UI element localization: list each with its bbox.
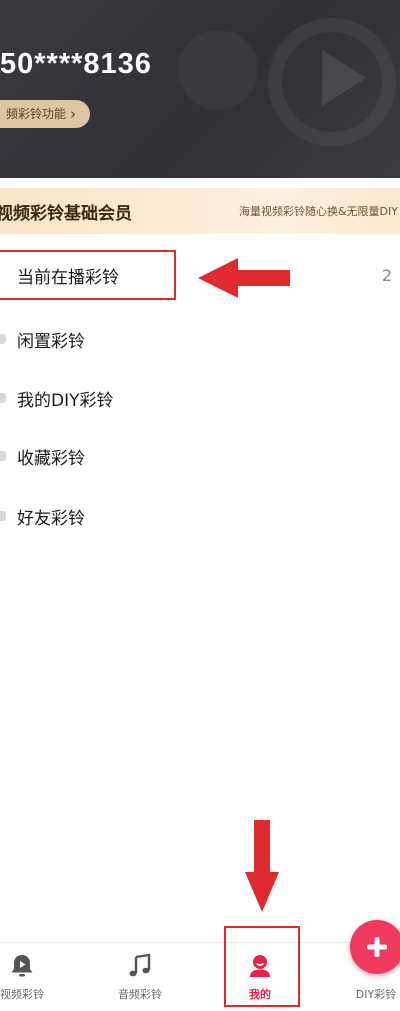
list-marker-icon [0,511,6,521]
tab-label: 视频彩铃 [0,988,44,1001]
user-phone-number: 50****8136 [0,48,152,80]
tab-audio-ringtone[interactable]: 音频彩铃 [90,943,190,1011]
menu-item-friend-ringtone[interactable]: 好友彩铃 [0,491,400,541]
menu-item-label: 闲置彩铃 [17,331,85,352]
tab-video-ringtone[interactable]: 视频彩铃 [0,943,72,1011]
annotation-arrow-down-icon [245,820,279,912]
tab-label: 音频彩铃 [118,988,162,1001]
member-title: 视频彩铃基础会员 [0,203,132,224]
list-marker-icon [0,334,6,344]
chevron-right-icon: › [70,104,77,123]
member-subtitle: 海量视频彩铃随心换&无限量DIY [238,205,398,218]
plus-icon [367,937,387,957]
bell-play-icon [9,951,35,981]
tab-label: DIY彩铃 [355,988,397,1001]
menu-item-label: 我的DIY彩铃 [17,390,114,411]
annotation-highlight-box [0,250,176,300]
list-marker-icon [0,393,6,403]
profile-header: 50****8136 频彩铃功能 › [0,0,400,178]
menu-item-label: 收藏彩铃 [17,448,85,469]
music-note-icon [127,951,153,981]
diy-create-button[interactable] [350,920,400,974]
annotation-tab-highlight-box [224,926,300,1007]
menu-item-my-diy-ringtone[interactable]: 我的DIY彩铃 [0,373,400,423]
decorative-circle [178,30,258,110]
ringtone-count: 2 [381,265,392,285]
video-ringtone-feature-link[interactable]: 频彩铃功能 › [0,100,91,128]
annotation-arrow-left-icon [198,258,290,298]
play-watermark-icon [322,50,366,106]
menu-item-label: 好友彩铃 [17,508,85,529]
feature-link-label: 频彩铃功能 [6,107,67,121]
menu-item-favorite-ringtone[interactable]: 收藏彩铃 [0,431,400,481]
menu-item-idle-ringtone[interactable]: 闲置彩铃 [0,314,400,364]
list-marker-icon [0,451,6,461]
bottom-nav: 视频彩铃 音频彩铃 我的 DIY彩铃 [0,942,400,1011]
member-banner[interactable]: 视频彩铃基础会员 海量视频彩铃随心换&无限量DIY [0,188,400,234]
